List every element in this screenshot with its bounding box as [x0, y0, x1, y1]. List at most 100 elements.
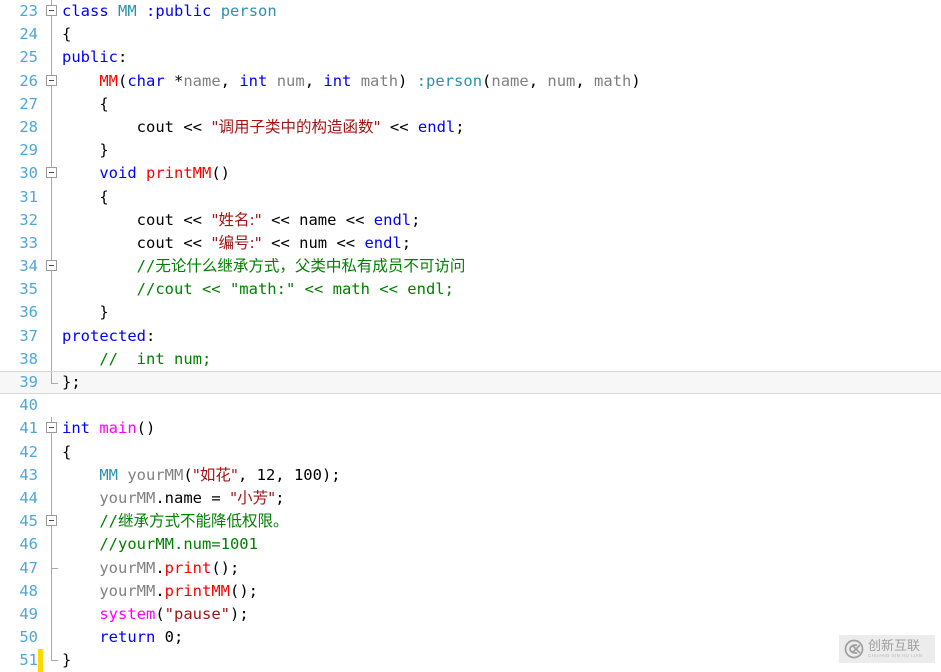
code-line[interactable]: 50 return 0; [0, 626, 941, 650]
code-line[interactable]: 46 //yourMM.num=1001 [0, 533, 941, 557]
code-line[interactable]: 39}; [0, 371, 941, 395]
code-line[interactable]: 26 MM(char *name, int num, int math) :pe… [0, 69, 941, 93]
code-line-list[interactable]: 23 class MM :public person 24{25 public: 26 … [0, 0, 941, 672]
fold-collapse-icon[interactable] [43, 510, 61, 534]
fold-collapse-icon[interactable] [43, 417, 61, 441]
code-text: public: [61, 46, 127, 69]
code-line[interactable]: 23 class MM :public person [0, 0, 941, 24]
code-token: * [164, 71, 184, 90]
code-token: { [62, 94, 109, 113]
code-token: yourMM [99, 488, 156, 507]
code-token: cout << [62, 117, 212, 136]
watermark: 创新互联 CHUANG XIN HU LIAN [839, 635, 935, 663]
line-number: 40 [19, 396, 38, 415]
code-line[interactable]: 40 [0, 394, 941, 417]
code-line[interactable]: 41 int main() [0, 417, 941, 441]
code-line[interactable]: 38 // int num; [0, 347, 941, 371]
code-line[interactable]: 28 cout << "调用子类中的构造函数" << endl; [0, 115, 941, 140]
code-token: main [99, 419, 137, 438]
fold-guide-line [43, 231, 61, 256]
line-number: 42 [19, 442, 38, 461]
code-line[interactable]: 42 { [0, 440, 941, 464]
code-line[interactable]: 37 protected: [0, 324, 941, 348]
code-editor[interactable]: 23 class MM :public person 24{25 public: 26 … [0, 0, 941, 672]
code-token: : [118, 48, 128, 67]
fold-collapse-icon[interactable] [43, 255, 61, 279]
line-number: 37 [19, 326, 38, 345]
line-number: 34 [19, 257, 38, 276]
code-token: printMM [146, 164, 212, 183]
line-number: 48 [19, 581, 38, 600]
line-number: 41 [19, 419, 38, 438]
fold-guide-line [43, 533, 61, 557]
code-token: .name = [155, 488, 230, 507]
code-line[interactable]: 34 //无论什么继承方式，父类中私有成员不可访问 [0, 255, 941, 279]
code-line[interactable]: 32 cout << "姓名:" << name << endl; [0, 208, 941, 232]
code-line[interactable]: 36 } [0, 301, 941, 325]
code-token: int [323, 71, 352, 90]
code-token: //cout << "math:" << math << endl; [62, 280, 454, 299]
fold-guide-line [43, 324, 61, 348]
code-line[interactable]: 27 { [0, 92, 941, 116]
code-token: // [62, 512, 118, 531]
code-text: //yourMM.num=1001 [61, 533, 258, 556]
code-text: yourMM.print(); [61, 557, 239, 580]
line-number: 33 [19, 233, 38, 252]
code-token: char [127, 71, 165, 90]
line-number: 36 [19, 303, 38, 322]
code-token: { [62, 25, 72, 44]
code-line[interactable]: 44 yourMM.name = "小芳"; [0, 486, 941, 511]
code-token: cout << [62, 210, 212, 229]
fold-guide-line [43, 139, 61, 163]
code-token: } [62, 651, 72, 670]
line-number: 38 [19, 349, 38, 368]
code-token: ); [230, 604, 249, 623]
fold-guide-end [43, 372, 61, 395]
code-token: name [491, 71, 529, 90]
code-token: << [380, 117, 418, 136]
code-line[interactable]: 45 //继承方式不能降低权限。 [0, 510, 941, 534]
fold-collapse-icon[interactable] [43, 0, 61, 24]
code-line[interactable]: 47 yourMM.print(); [0, 556, 941, 580]
line-number: 35 [19, 280, 38, 299]
code-token: "姓名:" [211, 210, 262, 229]
code-token: "小芳" [229, 488, 276, 507]
code-line[interactable]: 33 cout << "编号:" << num << endl; [0, 231, 941, 256]
code-token: , [575, 71, 595, 90]
code-line[interactable]: 30 void printMM() [0, 162, 941, 186]
fold-guide-line [43, 115, 61, 140]
code-line[interactable]: 29 } [0, 139, 941, 163]
code-token: math [594, 71, 632, 90]
watermark-main-text: 创新互联 [868, 638, 921, 654]
code-text: { [61, 441, 71, 464]
fold-guide-line [43, 92, 61, 116]
code-token: "如花" [192, 465, 238, 484]
line-number: 46 [19, 535, 38, 554]
code-line[interactable]: 51} [0, 649, 941, 672]
code-token: ; [455, 117, 465, 136]
code-line[interactable]: 35 //cout << "math:" << math << endl; [0, 278, 941, 302]
fold-collapse-icon[interactable] [43, 162, 61, 186]
code-token: () [211, 164, 230, 183]
code-line[interactable]: 48 yourMM.printMM(); [0, 579, 941, 603]
code-token: (); [211, 558, 240, 577]
code-text: return 0; [61, 626, 183, 649]
code-token: 继承方式不能降低权限。 [118, 512, 289, 531]
code-token: endl [417, 117, 456, 136]
code-line[interactable]: 25 public: [0, 46, 941, 70]
line-number: 30 [19, 164, 38, 183]
line-number: 45 [19, 512, 38, 531]
code-line[interactable]: 31 { [0, 185, 941, 209]
line-number: 44 [19, 488, 38, 507]
fold-gutter-empty [43, 394, 61, 417]
code-text: { [61, 93, 109, 116]
fold-guide-line [43, 208, 61, 232]
code-line[interactable]: 43 MM yourMM("如花", 12, 100); [0, 463, 941, 487]
fold-collapse-icon[interactable] [43, 69, 61, 93]
code-line[interactable]: 24 { [0, 23, 941, 47]
cx-logo-icon [844, 639, 864, 659]
code-line[interactable]: 49 system("pause"); [0, 602, 941, 627]
